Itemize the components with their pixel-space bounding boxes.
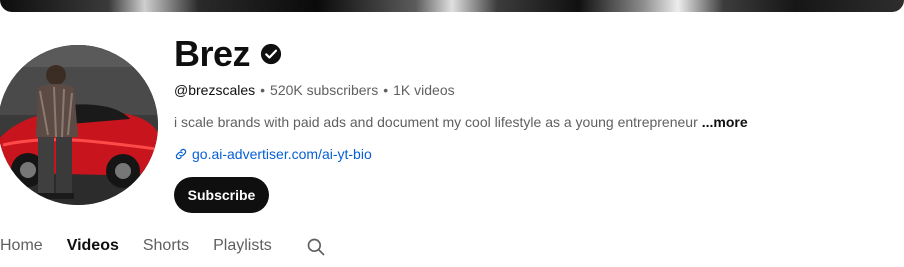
channel-name: Brez bbox=[174, 33, 251, 74]
subscribe-button[interactable]: Subscribe bbox=[174, 177, 269, 213]
channel-banner bbox=[0, 0, 904, 12]
link-icon bbox=[175, 148, 187, 160]
tab-playlists[interactable]: Playlists bbox=[213, 237, 272, 255]
avatar-photo bbox=[0, 45, 158, 205]
channel-avatar[interactable] bbox=[0, 45, 158, 205]
channel-meta: @brezscales • 520K subscribers • 1K videos bbox=[174, 80, 455, 100]
more-button[interactable]: ...more bbox=[702, 114, 748, 130]
video-count: 1K videos bbox=[393, 82, 455, 98]
meta-separator: • bbox=[383, 82, 389, 98]
subscriber-count: 520K subscribers bbox=[270, 82, 379, 98]
channel-link[interactable]: go.ai-advertiser.com/ai-yt-bio bbox=[174, 144, 372, 164]
channel-handle: @brezscales bbox=[174, 82, 256, 98]
channel-description[interactable]: i scale brands with paid ads and documen… bbox=[174, 112, 748, 132]
channel-link-text: go.ai-advertiser.com/ai-yt-bio bbox=[192, 146, 372, 162]
search-icon[interactable] bbox=[306, 237, 326, 257]
tab-videos[interactable]: Videos bbox=[67, 237, 119, 255]
channel-title: Brez bbox=[174, 32, 282, 76]
description-text: i scale brands with paid ads and documen… bbox=[174, 114, 698, 130]
channel-tabs: Home Videos Shorts Playlists bbox=[0, 237, 326, 267]
meta-separator: • bbox=[260, 82, 266, 98]
verified-check-icon bbox=[260, 43, 282, 65]
tab-shorts[interactable]: Shorts bbox=[143, 237, 189, 255]
tab-home[interactable]: Home bbox=[0, 237, 43, 255]
